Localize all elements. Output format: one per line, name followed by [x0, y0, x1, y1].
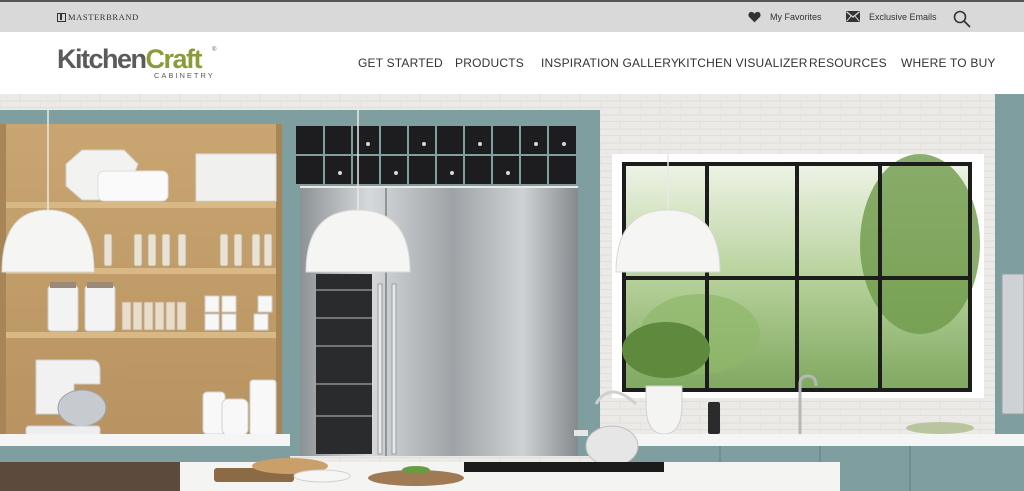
nav-products[interactable]: PRODUCTS — [455, 56, 524, 70]
logo-trademark: ® — [212, 47, 217, 53]
search-button[interactable] — [953, 10, 971, 28]
search-icon — [953, 10, 971, 28]
nav-resources[interactable]: RESOURCES — [809, 56, 887, 70]
heart-icon — [748, 11, 761, 23]
my-favorites-link[interactable]: My Favorites — [748, 11, 822, 23]
masterbrand-text: MASTERBRAND — [68, 12, 139, 22]
masterbrand-mark-icon — [57, 12, 66, 22]
exclusive-emails-link[interactable]: Exclusive Emails — [846, 11, 937, 22]
kitchencraft-logo[interactable]: KitchenCraft ® CABINETRY — [57, 44, 227, 84]
kitchen-island — [0, 458, 840, 491]
cabinet-soffit — [0, 110, 600, 124]
logo-subtitle: CABINETRY — [154, 71, 215, 80]
nav-inspiration-gallery[interactable]: INSPIRATION GALLERY — [541, 56, 679, 70]
wine-rack — [282, 124, 600, 186]
utility-bar: MASTERBRAND My Favorites Exclusive Email… — [0, 0, 1024, 32]
stand-mixer — [25, 359, 107, 439]
logo-kitchen: Kitchen — [57, 44, 147, 74]
exclusive-emails-label: Exclusive Emails — [869, 11, 937, 22]
my-favorites-label: My Favorites — [770, 12, 822, 22]
logo-wordmark: KitchenCraft — [57, 44, 203, 74]
nav-kitchen-visualizer[interactable]: KITCHEN VISUALIZER — [678, 56, 808, 70]
hero-image — [0, 94, 1024, 491]
main-header: KitchenCraft ® CABINETRY GET STARTED PRO… — [0, 32, 1024, 94]
nav-where-to-buy[interactable]: WHERE TO BUY — [901, 56, 996, 70]
logo-craft: Craft — [145, 44, 203, 74]
nav-get-started[interactable]: GET STARTED — [358, 56, 443, 70]
envelope-icon — [846, 11, 860, 22]
masterbrand-logo[interactable]: MASTERBRAND — [57, 12, 139, 22]
